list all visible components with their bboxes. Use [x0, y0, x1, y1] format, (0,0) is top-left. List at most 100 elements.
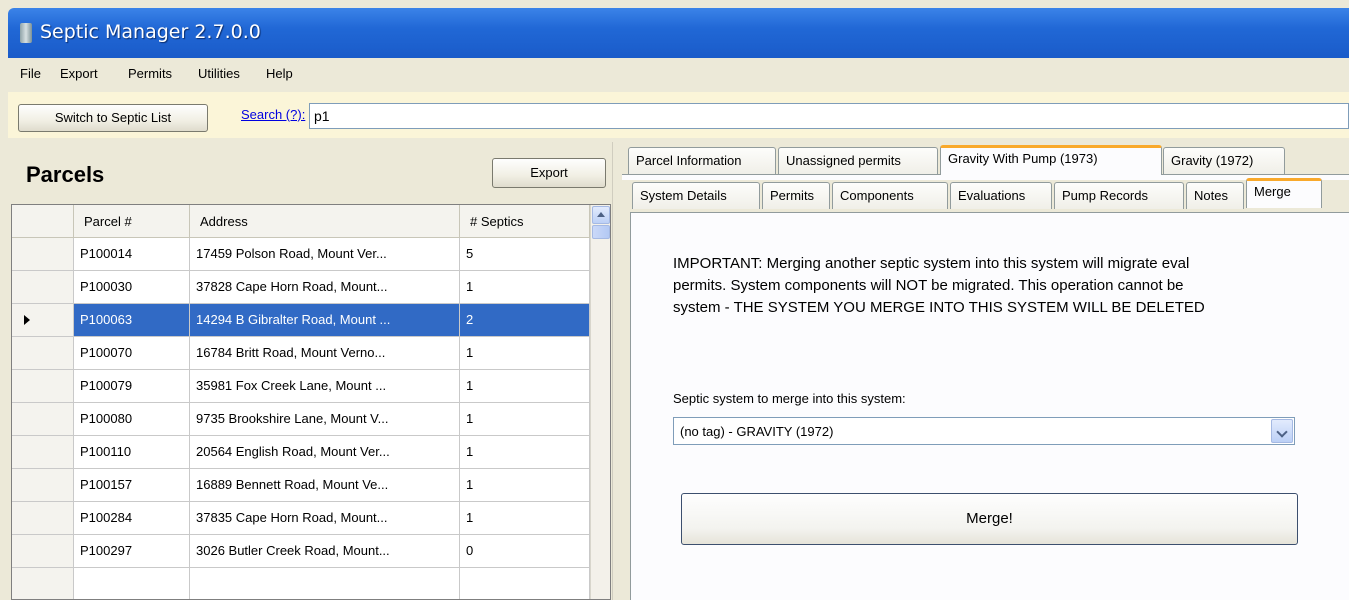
chevron-down-icon[interactable]: [1271, 419, 1293, 443]
switch-to-septic-list-button[interactable]: Switch to Septic List: [18, 104, 208, 132]
septics-cell[interactable]: 1: [460, 403, 590, 436]
grid-vertical-scrollbar[interactable]: [590, 205, 610, 599]
address-cell[interactable]: 17459 Polson Road, Mount Ver...: [190, 238, 460, 271]
merge-system-select[interactable]: (no tag) - GRAVITY (1972): [673, 417, 1295, 445]
row-header[interactable]: [12, 436, 74, 469]
tab-permits[interactable]: Permits: [762, 182, 830, 209]
address-cell[interactable]: 9735 Brookshire Lane, Mount V...: [190, 403, 460, 436]
merge-button[interactable]: Merge!: [681, 493, 1298, 545]
table-row[interactable]: P100297 3026 Butler Creek Road, Mount...…: [12, 535, 590, 568]
menu-export[interactable]: Export: [60, 66, 98, 81]
septics-cell[interactable]: 1: [460, 469, 590, 502]
menu-help[interactable]: Help: [266, 66, 293, 81]
menu-file[interactable]: File: [20, 66, 41, 81]
export-button[interactable]: Export: [492, 158, 606, 188]
column-header-parcel[interactable]: Parcel #: [74, 205, 190, 238]
address-cell[interactable]: 37828 Cape Horn Road, Mount...: [190, 271, 460, 304]
tab-gravity-with-pump-1973[interactable]: Gravity With Pump (1973): [940, 145, 1162, 175]
parcels-grid: Parcel # Address # Septics P100014 17459…: [11, 204, 611, 600]
parcel-cell[interactable]: P100063: [74, 304, 190, 337]
parcel-cell[interactable]: P100079: [74, 370, 190, 403]
address-cell[interactable]: 35981 Fox Creek Lane, Mount ...: [190, 370, 460, 403]
table-row[interactable]: P100070 16784 Britt Road, Mount Verno...…: [12, 337, 590, 370]
table-row[interactable]: P100157 16889 Bennett Road, Mount Ve... …: [12, 469, 590, 502]
tab-unassigned-permits[interactable]: Unassigned permits: [778, 147, 938, 174]
row-header[interactable]: [12, 535, 74, 568]
row-header[interactable]: [12, 337, 74, 370]
table-row-selected[interactable]: P100063 14294 B Gibralter Road, Mount ..…: [12, 304, 590, 337]
menu-permits[interactable]: Permits: [128, 66, 172, 81]
window-title: Septic Manager 2.7.0.0: [40, 21, 261, 43]
merge-tab-content: IMPORTANT: Merging another septic system…: [630, 212, 1349, 600]
row-header-corner: [12, 205, 74, 238]
tab-merge[interactable]: Merge: [1246, 178, 1322, 208]
row-header[interactable]: [12, 403, 74, 436]
table-row[interactable]: P100030 37828 Cape Horn Road, Mount... 1: [12, 271, 590, 304]
address-cell[interactable]: 14294 B Gibralter Road, Mount ...: [190, 304, 460, 337]
merge-warning-line: system - THE SYSTEM YOU MERGE INTO THIS …: [673, 299, 1205, 316]
merge-warning-text: IMPORTANT: Merging another septic system…: [673, 253, 1349, 319]
current-row-arrow-icon: [24, 315, 30, 325]
parcel-cell[interactable]: P100030: [74, 271, 190, 304]
tab-system-details[interactable]: System Details: [632, 182, 760, 209]
septics-cell[interactable]: 2: [460, 304, 590, 337]
row-header[interactable]: [12, 304, 74, 337]
table-row[interactable]: P100284 37835 Cape Horn Road, Mount... 1: [12, 502, 590, 535]
row-header[interactable]: [12, 502, 74, 535]
row-header[interactable]: [12, 271, 74, 304]
column-header-address[interactable]: Address: [190, 205, 460, 238]
merge-select-value: (no tag) - GRAVITY (1972): [680, 424, 834, 439]
detail-panel: Parcel Information Unassigned permits Gr…: [622, 142, 1349, 600]
septics-cell[interactable]: 1: [460, 337, 590, 370]
parcel-cell[interactable]: P100157: [74, 469, 190, 502]
tab-gravity-1972[interactable]: Gravity (1972): [1163, 147, 1285, 174]
parcel-cell[interactable]: P100070: [74, 337, 190, 370]
septics-cell[interactable]: 1: [460, 271, 590, 304]
scroll-up-arrow-icon[interactable]: [592, 206, 610, 224]
tab-evaluations[interactable]: Evaluations: [950, 182, 1052, 209]
parcel-cell[interactable]: P100014: [74, 238, 190, 271]
search-help-link[interactable]: Search (?):: [241, 107, 305, 122]
parcel-cell[interactable]: P100080: [74, 403, 190, 436]
sub-tab-strip: System Details Permits Components Evalua…: [622, 178, 1349, 210]
parcel-cell[interactable]: [74, 568, 190, 599]
address-cell[interactable]: 3026 Butler Creek Road, Mount...: [190, 535, 460, 568]
row-header[interactable]: [12, 469, 74, 502]
septics-cell[interactable]: 1: [460, 370, 590, 403]
title-bar: Septic Manager 2.7.0.0: [8, 8, 1349, 58]
tab-pump-records[interactable]: Pump Records: [1054, 182, 1184, 209]
septics-cell[interactable]: 1: [460, 502, 590, 535]
scroll-thumb[interactable]: [592, 225, 610, 239]
table-row[interactable]: [12, 568, 590, 599]
address-cell[interactable]: 16889 Bennett Road, Mount Ve...: [190, 469, 460, 502]
parcels-panel: Parcels Export Parcel # Address # Septic…: [8, 142, 612, 600]
tab-components[interactable]: Components: [832, 182, 948, 209]
parcel-cell[interactable]: P100297: [74, 535, 190, 568]
tab-notes[interactable]: Notes: [1186, 182, 1244, 209]
address-cell[interactable]: [190, 568, 460, 599]
septics-cell[interactable]: 1: [460, 436, 590, 469]
septics-cell[interactable]: [460, 568, 590, 599]
menu-bar: File Export Permits Utilities Help: [8, 58, 1349, 90]
table-row[interactable]: P100110 20564 English Road, Mount Ver...…: [12, 436, 590, 469]
toolbar: Switch to Septic List Search (?):: [8, 92, 1349, 138]
septics-cell[interactable]: 5: [460, 238, 590, 271]
search-input[interactable]: [309, 103, 1349, 129]
panel-splitter[interactable]: [612, 142, 622, 600]
address-cell[interactable]: 16784 Britt Road, Mount Verno...: [190, 337, 460, 370]
top-tab-strip: Parcel Information Unassigned permits Gr…: [622, 145, 1349, 175]
septics-cell[interactable]: 0: [460, 535, 590, 568]
column-header-septics[interactable]: # Septics: [460, 205, 590, 238]
row-header[interactable]: [12, 370, 74, 403]
parcel-cell[interactable]: P100284: [74, 502, 190, 535]
row-header[interactable]: [12, 568, 74, 599]
tab-parcel-information[interactable]: Parcel Information: [628, 147, 776, 174]
menu-utilities[interactable]: Utilities: [198, 66, 240, 81]
address-cell[interactable]: 20564 English Road, Mount Ver...: [190, 436, 460, 469]
table-row[interactable]: P100080 9735 Brookshire Lane, Mount V...…: [12, 403, 590, 436]
table-row[interactable]: P100014 17459 Polson Road, Mount Ver... …: [12, 238, 590, 271]
parcel-cell[interactable]: P100110: [74, 436, 190, 469]
row-header[interactable]: [12, 238, 74, 271]
address-cell[interactable]: 37835 Cape Horn Road, Mount...: [190, 502, 460, 535]
table-row[interactable]: P100079 35981 Fox Creek Lane, Mount ... …: [12, 370, 590, 403]
